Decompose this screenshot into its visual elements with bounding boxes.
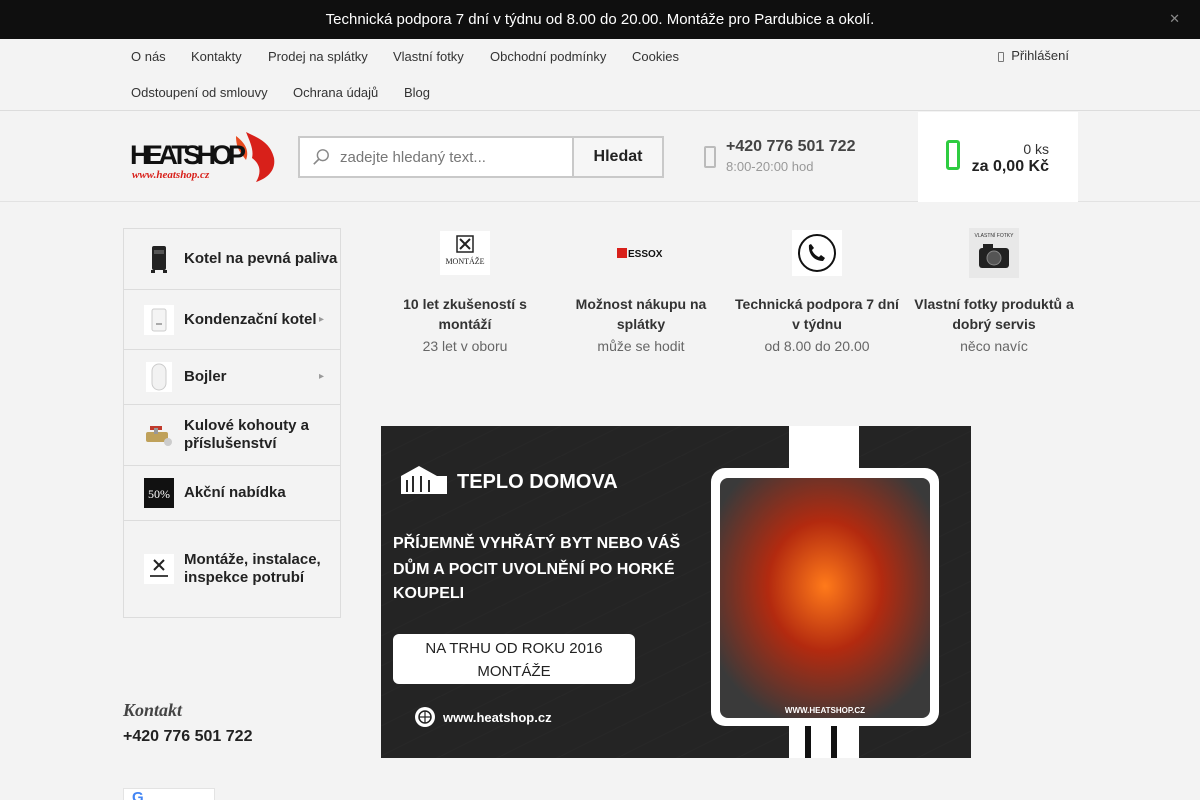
benefit-title: Vlastní fotky produktů a dobrý servis: [914, 296, 1074, 332]
banner-brand: TEPLO DOMOVA: [457, 471, 618, 493]
category-label: Kulové kohouty a příslušenství: [184, 417, 310, 452]
top-navigation: O nás Kontakty Prodej na splátky Vlastní…: [0, 39, 1200, 111]
montaze-logo-icon: MONTÁŽE: [379, 226, 551, 280]
benefit-splatky: ESSOX Možnost nákupu na splátky může se …: [555, 226, 727, 354]
benefit-subtitle: od 8.00 do 20.00: [764, 338, 870, 354]
login-label: Přihlášení: [1011, 48, 1069, 63]
banner-headline-3: KOUPELI: [393, 585, 464, 602]
sale-icon: 50%: [144, 478, 174, 508]
globe-icon: [415, 707, 435, 727]
announcement-bar: Technická podpora 7 dní v týdnu od 8.00 …: [0, 0, 1200, 39]
benefit-subtitle: může se hodit: [597, 338, 685, 354]
category-item-kotel[interactable]: Kotel na pevná paliva ▸: [124, 229, 340, 290]
nav-link-vlastni-fotky[interactable]: Vlastní fotky: [393, 49, 464, 64]
benefit-montaze: MONTÁŽE 10 let zkušeností s montáží 23 l…: [379, 226, 551, 354]
category-item-montaze[interactable]: Montáže, instalace, inspekce potrubí: [124, 521, 340, 617]
svg-text:ESSOX: ESSOX: [628, 249, 663, 260]
svg-text:MONTÁŽE: MONTÁŽE: [445, 256, 484, 266]
category-label: Bojler: [184, 368, 227, 385]
nav-link-ochrana-udaju[interactable]: Ochrana údajů: [293, 85, 378, 100]
category-label: Montáže, instalace, inspekce potrubí: [184, 551, 321, 586]
chevron-right-icon: ▸: [318, 253, 324, 264]
banner-badge-2: MONTÁŽE: [477, 663, 550, 680]
phone-icon: [731, 226, 903, 280]
banner-headline-1: PŘÍJEMNĚ VYHŘÁTÝ BYT NEBO VÁŠ: [393, 533, 680, 552]
nav-link-blog[interactable]: Blog: [404, 85, 430, 100]
benefit-subtitle: 23 let v oboru: [422, 338, 508, 354]
svg-text:HEATSHOP: HEATSHOP: [130, 140, 246, 170]
nav-link-odstoupeni[interactable]: Odstoupení od smlouvy: [131, 85, 268, 100]
cart-quantity: 0 ks: [1023, 141, 1049, 157]
benefit-subtitle: něco navíc: [960, 338, 1028, 354]
svg-text:VLASTNÍ FOTKY: VLASTNÍ FOTKY: [975, 232, 1015, 239]
google-logo-icon: G: [132, 789, 144, 800]
contact-phone[interactable]: +420 776 501 722: [123, 728, 252, 746]
nav-link-obchodni-podminky[interactable]: Obchodní podmínky: [490, 49, 606, 64]
category-item-bojler[interactable]: Bojler ▸: [124, 350, 340, 405]
cart-widget[interactable]: 0 ks za 0,00 Kč: [918, 112, 1078, 202]
search-field-wrap: [300, 138, 572, 176]
benefit-fotky: VLASTNÍ FOTKY Vlastní fotky produktů a d…: [908, 226, 1080, 354]
benefit-podpora: Technická podpora 7 dní v týdnu od 8.00 …: [731, 226, 903, 354]
benefit-title: Technická podpora 7 dní v týdnu: [735, 296, 899, 332]
category-label: Kondenzační kotel: [184, 310, 317, 328]
google-badge[interactable]: G: [123, 788, 215, 800]
cart-icon: [946, 140, 960, 170]
category-item-kulove-kohouty[interactable]: Kulové kohouty a příslušenství: [124, 405, 340, 466]
nav-link-o-nas[interactable]: O nás: [131, 49, 166, 64]
search-input[interactable]: [300, 138, 572, 176]
tools-icon: [144, 554, 174, 584]
sidebar-contact: Kontakt +420 776 501 722: [123, 700, 252, 746]
svg-text:www.heatshop.cz: www.heatshop.cz: [132, 169, 210, 181]
camera-icon: VLASTNÍ FOTKY: [908, 226, 1080, 280]
heatshop-logo-icon: HEATSHOP www.heatshop.cz: [130, 132, 275, 182]
search-icon: [313, 149, 329, 165]
banner-url: www.heatshop.cz: [442, 710, 552, 725]
category-label: Akční nabídka: [184, 484, 286, 501]
category-item-kondenzacni-kotel[interactable]: Kondenzační kotel ▸: [124, 290, 340, 350]
login-icon: [997, 50, 1005, 62]
category-item-akcni-nabidka[interactable]: 50% Akční nabídka: [124, 466, 340, 521]
promo-banner[interactable]: WWW.HEATSHOP.CZ TEPLO DOMOVA PŘÍJEMNĚ VY…: [381, 426, 971, 758]
nav-link-cookies[interactable]: Cookies: [632, 49, 679, 64]
chevron-right-icon: ▸: [318, 371, 324, 382]
announcement-text: Technická podpora 7 dní v týdnu od 8.00 …: [325, 11, 875, 28]
login-link[interactable]: Přihlášení: [997, 48, 1069, 63]
header-phone: +420 776 501 722 8:00-20:00 hod: [704, 138, 855, 174]
site-logo[interactable]: HEATSHOP www.heatshop.cz: [128, 128, 278, 186]
benefit-title: Možnost nákupu na splátky: [575, 296, 707, 332]
chevron-right-icon: ▸: [318, 313, 324, 325]
ball-valve-icon: [144, 420, 174, 450]
close-icon[interactable]: ✕: [1169, 11, 1180, 27]
phone-hours: 8:00-20:00 hod: [726, 159, 814, 174]
banner-headline-2: DŮM A POCIT UVOLNĚNÍ PO HORKÉ: [393, 558, 675, 578]
contact-heading: Kontakt: [123, 700, 183, 720]
water-heater-icon: [144, 362, 174, 392]
benefit-title: 10 let zkušeností s montáží: [403, 296, 527, 332]
category-menu: Kotel na pevná paliva ▸ Kondenzační kote…: [123, 228, 341, 618]
category-label: Kotel na pevná paliva: [184, 250, 338, 267]
nav-link-kontakty[interactable]: Kontakty: [191, 49, 242, 64]
condensing-boiler-icon: [144, 304, 174, 335]
banner-badge-1: NA TRHU OD ROKU 2016: [425, 640, 602, 657]
svg-text:WWW.HEATSHOP.CZ: WWW.HEATSHOP.CZ: [785, 706, 865, 715]
phone-number[interactable]: +420 776 501 722: [726, 138, 855, 156]
boiler-stove-icon: [144, 244, 174, 274]
cart-total: za 0,00 Kč: [971, 158, 1049, 175]
essox-logo-icon: ESSOX: [555, 226, 727, 280]
search-bar: Hledat: [298, 136, 664, 178]
site-header: HEATSHOP www.heatshop.cz Hledat +420 776…: [0, 112, 1200, 202]
search-button[interactable]: Hledat: [572, 138, 662, 176]
nav-link-splatky[interactable]: Prodej na splátky: [268, 49, 368, 64]
mobile-phone-icon: [704, 146, 716, 168]
svg-text:50%: 50%: [148, 487, 170, 501]
